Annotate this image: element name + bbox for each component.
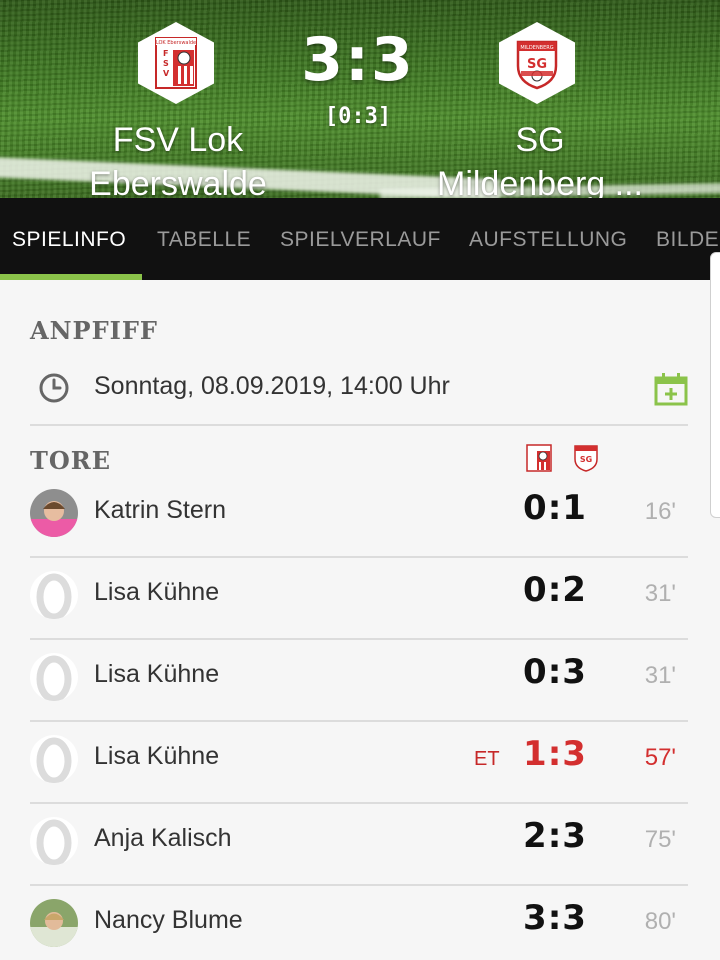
goal-score: 1:3 (523, 734, 587, 774)
tab-aufstellung[interactable]: AUFSTELLUNG (469, 198, 627, 280)
goal-score: 3:3 (523, 898, 587, 938)
svg-text:SG: SG (580, 455, 592, 464)
svg-text:F: F (163, 49, 168, 58)
goal-score: 0:1 (523, 488, 587, 528)
avatar-placeholder-icon (30, 735, 78, 783)
own-goal-badge: ET (474, 748, 500, 770)
away-team-mini-logo: SG (574, 445, 598, 472)
scorer-name: Nancy Blume (94, 906, 243, 934)
tab-spielverlauf[interactable]: SPIELVERLAUF (280, 198, 441, 280)
goal-row[interactable]: Lisa Kühne 0:2 31' (30, 558, 688, 640)
svg-text:SG: SG (527, 57, 547, 72)
away-team-logo[interactable]: MILDENBERG SG (499, 22, 575, 104)
home-team-name-line2: Eberswalde (89, 165, 267, 198)
goals-heading: TORE (30, 446, 112, 475)
away-team-name[interactable]: SG Mildenberg ... (390, 118, 690, 198)
home-team-mini-logo (526, 444, 552, 472)
goal-minute: 80' (644, 908, 676, 935)
goal-row[interactable]: Lisa Kühne 0:3 31' (30, 640, 688, 722)
svg-text:LOK Eberswalde: LOK Eberswalde (156, 40, 196, 46)
add-to-calendar-icon[interactable] (654, 372, 688, 406)
goal-score: 2:3 (523, 816, 587, 856)
player-avatar (30, 899, 78, 947)
goal-minute: 75' (644, 826, 676, 853)
scorer-name: Anja Kalisch (94, 824, 232, 852)
scorer-name: Lisa Kühne (94, 578, 220, 606)
final-score: 3:3 (301, 25, 415, 95)
avatar-placeholder-icon (30, 817, 78, 865)
kickoff-row: Sonntag, 08.09.2019, 14:00 Uhr (30, 356, 688, 426)
svg-text:S: S (163, 59, 169, 68)
match-header: LOK Eberswalde F S V MILDENBERG SG 3:3 [… (0, 0, 720, 198)
home-team-name[interactable]: FSV Lok Eberswalde (28, 118, 328, 198)
kickoff-heading: ANPFIFF (30, 316, 158, 345)
goal-minute: 31' (644, 580, 676, 607)
scorer-name: Lisa Kühne (94, 742, 220, 770)
goal-minute: 31' (644, 662, 676, 689)
kickoff-datetime: Sonntag, 08.09.2019, 14:00 Uhr (94, 372, 450, 400)
tab-spielinfo[interactable]: SPIELINFO (12, 198, 126, 280)
goal-row[interactable]: Katrin Stern 0:1 16' (30, 476, 688, 558)
scorer-name: Katrin Stern (94, 496, 227, 524)
tab-bar: SPIELINFO TABELLE SPIELVERLAUF AUFSTELLU… (0, 198, 720, 280)
scorer-name: Lisa Kühne (94, 660, 220, 688)
goal-score: 0:2 (523, 570, 587, 610)
goal-minute: 16' (644, 498, 676, 525)
home-team-name-line1: FSV Lok (112, 121, 244, 159)
goal-minute: 57' (644, 744, 676, 771)
goal-score: 0:3 (523, 652, 587, 692)
svg-text:MILDENBERG: MILDENBERG (520, 45, 553, 51)
goal-row[interactable]: Nancy Blume 3:3 80' (30, 886, 688, 960)
away-team-name-line2: Mildenberg ... (437, 165, 643, 198)
edge-panel-handle[interactable] (710, 252, 720, 518)
goal-row[interactable]: Anja Kalisch 2:3 75' (30, 804, 688, 886)
avatar-placeholder-icon (30, 653, 78, 701)
svg-text:V: V (163, 69, 170, 78)
tab-tabelle[interactable]: TABELLE (157, 198, 251, 280)
active-tab-indicator (0, 274, 142, 280)
goal-row[interactable]: Lisa Kühne ET 1:3 57' (30, 722, 688, 804)
home-team-logo[interactable]: LOK Eberswalde F S V (138, 22, 214, 104)
avatar-placeholder-icon (30, 571, 78, 619)
away-team-name-line1: SG (515, 121, 565, 159)
player-avatar (30, 489, 78, 537)
clock-icon (39, 373, 69, 403)
